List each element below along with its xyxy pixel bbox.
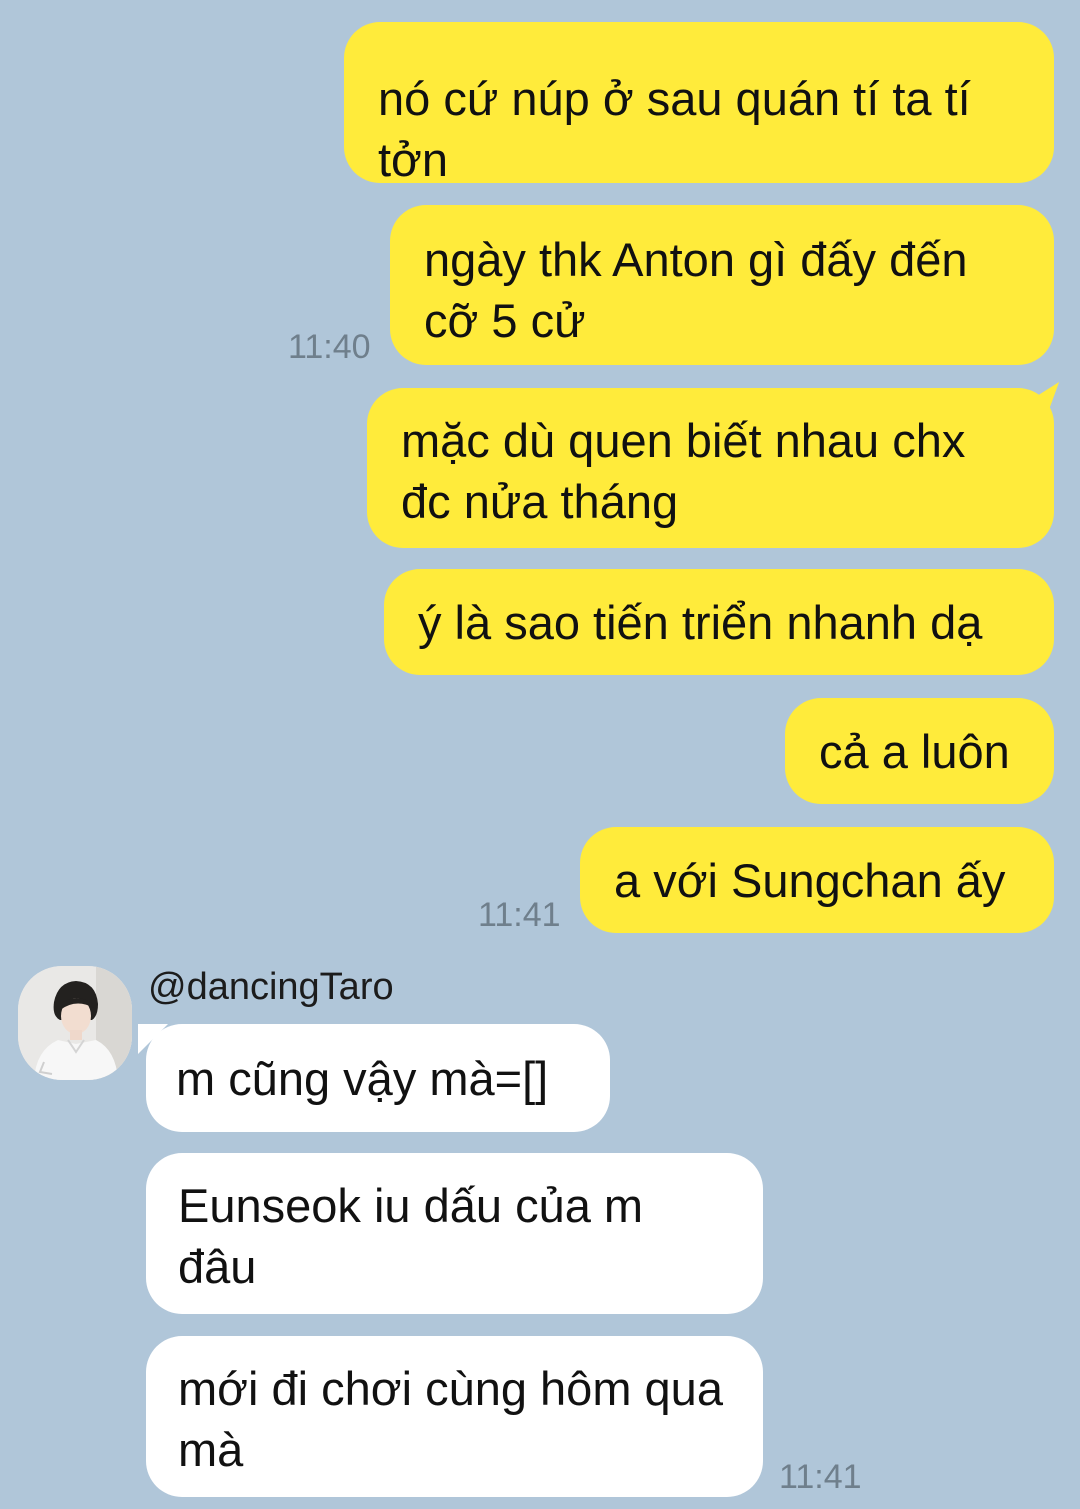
message-text: mới đi chơi cùng hôm qua mà (178, 1362, 723, 1476)
message-text: ngày thk Anton gì đấy đến cỡ 5 cử (424, 233, 968, 347)
outgoing-message[interactable]: a với Sungchan ấy (580, 827, 1054, 933)
message-timestamp: 11:41 (779, 1458, 862, 1496)
outgoing-message[interactable]: ý là sao tiến triển nhanh dạ (384, 569, 1054, 675)
incoming-message[interactable]: mới đi chơi cùng hôm qua mà (146, 1336, 763, 1497)
message-text: Eunseok iu dấu của m đâu (178, 1179, 644, 1293)
message-text: m cũng vậy mà=[] (176, 1052, 549, 1105)
message-text: mặc dù quen biết nhau chx đc nửa tháng (401, 414, 966, 528)
message-text: ý là sao tiến triển nhanh dạ (418, 596, 983, 649)
message-text: nó cứ núp ở sau quán tí ta tí tởn (378, 72, 971, 186)
avatar[interactable] (18, 966, 132, 1080)
incoming-message[interactable]: Eunseok iu dấu của m đâu (146, 1153, 763, 1314)
outgoing-message[interactable]: nó cứ núp ở sau quán tí ta tí tởn (344, 22, 1054, 186)
message-text: cả a luôn (819, 725, 1010, 778)
message-timestamp: 11:40 (288, 328, 371, 366)
incoming-message[interactable]: m cũng vậy mà=[] (138, 1024, 610, 1132)
message-timestamp: 11:41 (478, 896, 561, 934)
outgoing-message[interactable]: cả a luôn (785, 698, 1054, 804)
bubble-tail (1014, 382, 1060, 410)
avatar-photo-icon (18, 966, 132, 1080)
bubble-tail (138, 1024, 168, 1054)
outgoing-message[interactable]: ngày thk Anton gì đấy đến cỡ 5 cử (390, 205, 1054, 365)
outgoing-message[interactable]: mặc dù quen biết nhau chx đc nửa tháng (367, 382, 1060, 548)
sender-name[interactable]: @dancingTaro (148, 966, 394, 1009)
message-text: a với Sungchan ấy (614, 854, 1006, 907)
